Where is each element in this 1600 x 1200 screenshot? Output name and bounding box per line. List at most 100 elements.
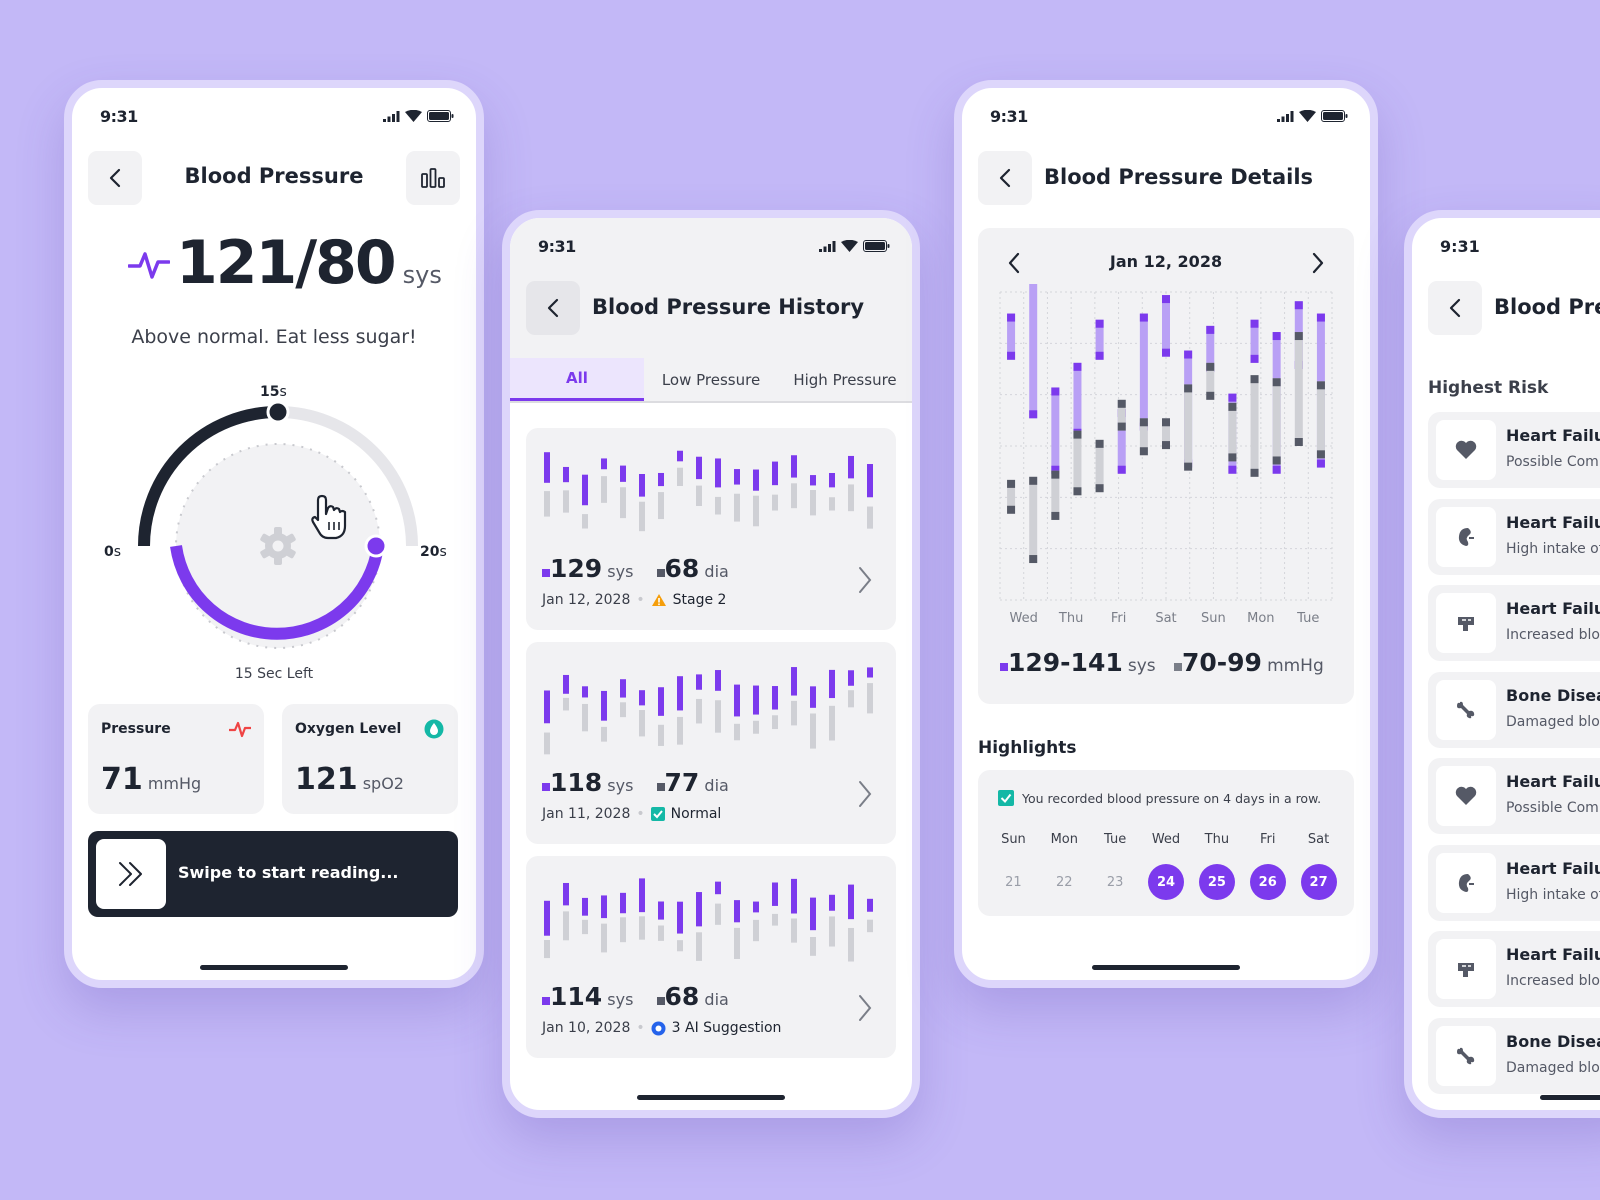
dia-range-cap	[1184, 384, 1193, 393]
oxygen-unit: spO2	[362, 774, 404, 793]
dia-range-cap	[1139, 418, 1148, 427]
timer-gauge	[138, 400, 418, 649]
oxygen-card[interactable]: Oxygen Level 121 spO2	[282, 704, 458, 814]
risk-item[interactable]: Heart Failur Possible Comp	[1428, 412, 1600, 488]
week-day-name: Mon	[1050, 832, 1078, 847]
sys-range-cap	[1007, 313, 1016, 322]
signal-icon	[819, 240, 836, 252]
risk-item[interactable]: Heart Failur High intake of	[1428, 498, 1600, 575]
pulse-icon	[229, 721, 251, 738]
history-reading-bar	[620, 465, 626, 519]
pressure-card[interactable]: Pressure 71 mmHg	[88, 704, 264, 814]
history-reading-bar	[658, 901, 664, 941]
timer-mid-value: 15	[260, 384, 280, 400]
history-reading-bar	[829, 472, 835, 511]
risk-title: Heart Failur	[1506, 945, 1600, 964]
risk-item[interactable]: Heart Failur Possible Comp	[1428, 758, 1600, 834]
risk-item[interactable]: Bone Diseas Damaged bloo	[1428, 1017, 1600, 1094]
tab-high-pressure[interactable]: High Pressure	[778, 358, 912, 401]
detail-chart-card: Jan 12, 2028 Wed Thu Fri Sat Sun Mon Tue 129-1…	[978, 228, 1354, 704]
swipe-slider[interactable]: Swipe to start reading...	[88, 831, 458, 917]
chevron-right-icon[interactable]	[858, 994, 872, 1022]
pulse-icon	[128, 252, 170, 279]
risk-icon-box	[1436, 766, 1496, 826]
history-sparkline	[544, 450, 873, 532]
status-time: 9:31	[990, 106, 1028, 126]
chart-button[interactable]	[406, 151, 460, 205]
pressure-value: 71	[101, 762, 143, 797]
dia-range-cap	[1139, 447, 1148, 456]
history-reading-bar	[791, 667, 797, 726]
tab-all[interactable]: All	[510, 358, 644, 401]
risk-item[interactable]: Heart Failur Increased bloo	[1428, 931, 1600, 1007]
back-button[interactable]	[978, 151, 1032, 205]
history-reading-bar	[696, 456, 702, 506]
chevron-right-icon[interactable]	[858, 566, 872, 594]
sys-legend-dot	[542, 569, 550, 577]
heart-icon	[1455, 440, 1477, 459]
signal-icon	[383, 110, 400, 122]
dia-range-cap	[1250, 468, 1259, 477]
week-date: 23	[1106, 874, 1124, 890]
history-card[interactable]: 118 sys 77 dia Jan 11, 2028 • Normal	[526, 642, 896, 844]
back-button[interactable]	[1428, 281, 1482, 335]
week-day: Fri 26	[1242, 832, 1293, 900]
sys-value: 114	[550, 982, 603, 1011]
chevron-right-icon[interactable]	[1312, 252, 1324, 274]
history-reading-bar	[791, 878, 797, 943]
gauge-knob-top[interactable]	[266, 400, 290, 424]
history-reading-bar	[601, 895, 607, 953]
history-date: Jan 10, 2028	[542, 1020, 631, 1036]
history-card[interactable]: 114 sys 68 dia Jan 10, 2028 • 3 AI Sugge…	[526, 856, 896, 1058]
back-button[interactable]	[526, 281, 580, 335]
check-icon	[998, 790, 1014, 806]
status-time: 9:31	[100, 106, 138, 126]
risk-subtitle: High intake of	[1506, 540, 1600, 557]
gauge-knob-right[interactable]	[364, 534, 388, 558]
history-card[interactable]: 129 sys 68 dia Jan 12, 2028 • Stage 2	[526, 428, 896, 630]
history-reading-bar	[677, 901, 683, 952]
sys-range-cap	[1206, 325, 1215, 334]
risk-icon-box	[1436, 1025, 1496, 1086]
week-day: Tue 23	[1090, 832, 1141, 900]
history-reading-bar	[753, 469, 759, 527]
home-indicator	[1540, 1095, 1600, 1100]
sys-range-cap	[1095, 319, 1104, 328]
sys-range-cap	[1272, 465, 1281, 474]
history-reading-bar	[867, 667, 873, 714]
history-reading-bar	[753, 685, 759, 734]
risk-icon-box	[1436, 420, 1496, 480]
timer-mid-unit: s	[279, 384, 287, 400]
check-icon	[650, 807, 665, 821]
history-reading-bar	[658, 687, 664, 746]
history-reading-bar	[848, 455, 854, 512]
tab-low-pressure[interactable]: Low Pressure	[644, 358, 778, 401]
page-title: Blood Pres	[1494, 295, 1600, 319]
reading-unit: sys	[402, 261, 442, 289]
risk-item[interactable]: Heart Failur Increased bloo	[1428, 585, 1600, 661]
double-chevron-right-icon	[119, 862, 142, 886]
swipe-handle[interactable]	[96, 839, 166, 909]
week-day-name: Sat	[1307, 832, 1330, 847]
dia-unit: dia	[704, 776, 729, 795]
x-tick-label: Mon	[1247, 611, 1274, 626]
dia-range-cap	[1051, 511, 1060, 520]
chevron-right-icon[interactable]	[858, 780, 872, 808]
history-tag: Stage 2	[672, 592, 727, 608]
risk-item[interactable]: Bone Diseas Damaged bloo	[1428, 671, 1600, 748]
status-bar: 9:31	[1412, 218, 1600, 274]
timer-min-label: 0s	[104, 544, 121, 560]
risk-item[interactable]: Heart Failur High intake of	[1428, 844, 1600, 921]
history-reading-bar	[582, 897, 588, 935]
risk-title: Heart Failur	[1506, 426, 1600, 445]
sys-legend-dot	[542, 997, 550, 1005]
history-reading-bar	[544, 900, 550, 959]
dia-unit: dia	[704, 990, 729, 1009]
week-date-active: 24	[1148, 864, 1184, 900]
history-reading-bar	[582, 474, 588, 529]
dia-range-cap	[1184, 462, 1193, 471]
water-drop-icon	[424, 719, 444, 739]
week-day-name: Thu	[1204, 832, 1230, 847]
week-day-name: Tue	[1104, 832, 1127, 847]
timer-min-unit: s	[113, 544, 122, 560]
